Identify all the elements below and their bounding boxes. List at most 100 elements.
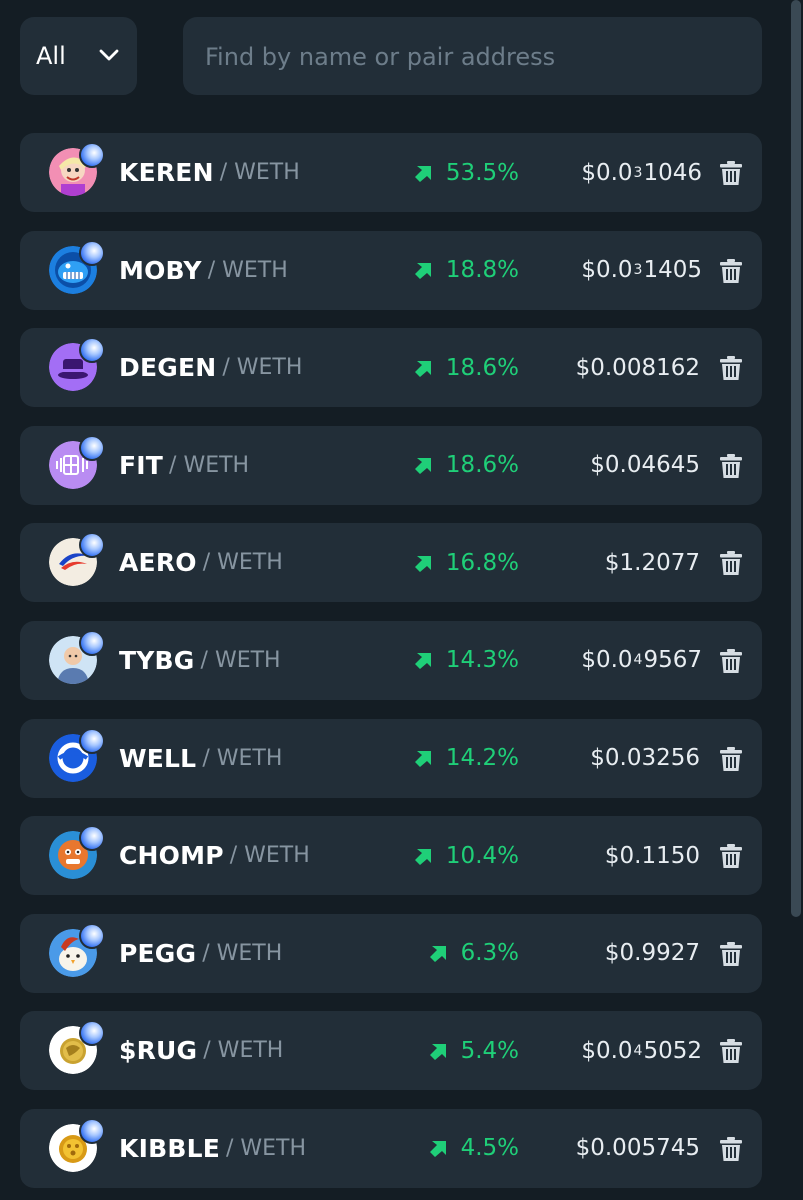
base-chain-badge-icon — [79, 434, 105, 461]
token-symbol: PEGG — [119, 938, 197, 968]
trash-icon[interactable] — [720, 1039, 742, 1064]
change-value: 18.8% — [445, 257, 519, 284]
change-value: 18.6% — [445, 354, 519, 381]
search-input[interactable] — [203, 17, 746, 97]
price-zero-count: 3 — [633, 164, 643, 181]
token-price: $0.0 4 9567 — [581, 621, 702, 700]
price-change: 18.8% — [414, 231, 519, 310]
pair-name: WELL / WETH — [119, 719, 282, 798]
price-prefix: $0.0 — [581, 159, 633, 186]
price-prefix: $0.03256 — [590, 745, 700, 772]
arrow-up-right-icon — [414, 653, 431, 670]
arrow-up-right-icon — [429, 946, 446, 963]
pair-list: KEREN / WETH 53.5% $0.0 3 1046 MOBY / WE… — [20, 133, 762, 1200]
quote-token: / WETH — [200, 647, 281, 673]
price-prefix: $0.005745 — [575, 1135, 700, 1162]
pair-row-pegg[interactable]: PEGG / WETH 6.3% $0.9927 — [20, 913, 762, 993]
price-digits: 5052 — [643, 1037, 702, 1064]
pair-row-rug[interactable]: $RUG / WETH 5.4% $0.0 4 5052 — [20, 1011, 762, 1091]
token-avatar — [49, 337, 105, 393]
quote-token: / WETH — [219, 160, 300, 185]
trash-icon[interactable] — [720, 746, 742, 771]
scrollbar[interactable] — [789, 0, 803, 1200]
token-price: $0.03256 — [590, 719, 702, 798]
base-chain-badge-icon — [79, 629, 105, 656]
quote-token: / WETH — [222, 355, 303, 381]
quote-token: / WETH — [229, 843, 310, 869]
change-value: 53.5% — [445, 159, 519, 186]
token-price: $0.0 3 1046 — [581, 133, 702, 212]
base-chain-badge-icon — [79, 532, 105, 559]
change-value: 14.2% — [445, 745, 519, 772]
base-chain-badge-icon — [79, 825, 105, 852]
pair-row-tybg[interactable]: TYBG / WETH 14.3% $0.0 4 9567 — [20, 620, 762, 700]
price-zero-count: 4 — [633, 1042, 643, 1059]
quote-token: / WETH — [203, 1038, 284, 1064]
price-change: 5.4% — [429, 1011, 519, 1090]
price-zero-count: 3 — [633, 262, 643, 279]
base-chain-badge-icon — [79, 922, 105, 949]
search-box — [183, 17, 762, 97]
pair-row-degen[interactable]: DEGEN / WETH 18.6% $0.008162 — [20, 328, 762, 408]
pair-row-kibble[interactable]: KIBBLE / WETH 4.5% $0.005745 — [20, 1108, 762, 1188]
change-value: 6.3% — [460, 940, 519, 967]
token-price: $0.0 4 5052 — [581, 1011, 702, 1090]
token-price: $0.9927 — [605, 914, 702, 993]
token-avatar — [49, 825, 105, 881]
token-symbol: TYBG — [119, 645, 195, 675]
pair-row-fit[interactable]: FIT / WETH 18.6% $0.04645 — [20, 425, 762, 505]
pair-name: KIBBLE / WETH — [119, 1109, 306, 1188]
pair-name: DEGEN / WETH — [119, 328, 302, 407]
pair-name: MOBY / WETH — [119, 231, 288, 310]
pair-name: AERO / WETH — [119, 523, 283, 602]
pair-name: FIT / WETH — [119, 426, 249, 505]
trash-icon[interactable] — [720, 551, 742, 576]
change-value: 16.8% — [445, 549, 519, 576]
price-prefix: $0.0 — [581, 647, 633, 674]
token-price: $0.008162 — [576, 328, 702, 407]
arrow-up-right-icon — [429, 1043, 446, 1060]
price-digits: 1046 — [643, 159, 702, 186]
pair-name: CHOMP / WETH — [119, 816, 310, 895]
price-change: 14.3% — [414, 621, 519, 700]
pair-row-chomp[interactable]: CHOMP / WETH 10.4% $0.1150 — [20, 816, 762, 896]
trash-icon[interactable] — [720, 356, 742, 381]
trash-icon[interactable] — [720, 453, 742, 478]
base-chain-badge-icon — [79, 727, 105, 754]
trash-icon[interactable] — [720, 941, 742, 966]
token-avatar — [49, 142, 105, 198]
change-value: 18.6% — [445, 452, 519, 479]
token-symbol: $RUG — [119, 1036, 198, 1066]
token-symbol: FIT — [119, 450, 164, 480]
trash-icon[interactable] — [720, 844, 742, 869]
arrow-up-right-icon — [414, 263, 431, 280]
scrollbar-thumb[interactable] — [791, 0, 801, 917]
price-change: 10.4% — [414, 816, 519, 895]
token-avatar — [49, 727, 105, 784]
pair-name: $RUG / WETH — [119, 1011, 283, 1090]
price-prefix: $0.008162 — [575, 354, 700, 381]
trash-icon[interactable] — [720, 1136, 742, 1161]
arrow-up-right-icon — [414, 360, 431, 377]
pair-row-keren[interactable]: KEREN / WETH 53.5% $0.0 3 1046 — [20, 133, 762, 212]
quote-token: / WETH — [207, 257, 288, 283]
chain-filter-dropdown[interactable]: All — [20, 17, 137, 95]
base-chain-badge-icon — [79, 239, 105, 266]
pair-row-well[interactable]: WELL / WETH 14.2% $0.03256 — [20, 718, 762, 798]
price-change: 18.6% — [414, 328, 519, 407]
price-prefix: $0.04645 — [590, 452, 700, 479]
trash-icon[interactable] — [720, 161, 742, 185]
arrow-up-right-icon — [414, 848, 431, 865]
base-chain-badge-icon — [79, 1117, 105, 1144]
price-prefix: $0.1150 — [604, 842, 700, 869]
pair-row-moby[interactable]: MOBY / WETH 18.8% $0.0 3 1405 — [20, 230, 762, 310]
arrow-up-right-icon — [414, 555, 431, 572]
quote-token: / WETH — [202, 940, 283, 966]
pair-row-aero[interactable]: AERO / WETH 16.8% $1.2077 — [20, 523, 762, 603]
token-symbol: KIBBLE — [119, 1133, 220, 1163]
pair-name: KEREN / WETH — [119, 133, 300, 212]
trash-icon[interactable] — [720, 258, 742, 283]
token-symbol: WELL — [119, 743, 197, 773]
arrow-up-right-icon — [414, 458, 431, 475]
trash-icon[interactable] — [720, 648, 742, 673]
